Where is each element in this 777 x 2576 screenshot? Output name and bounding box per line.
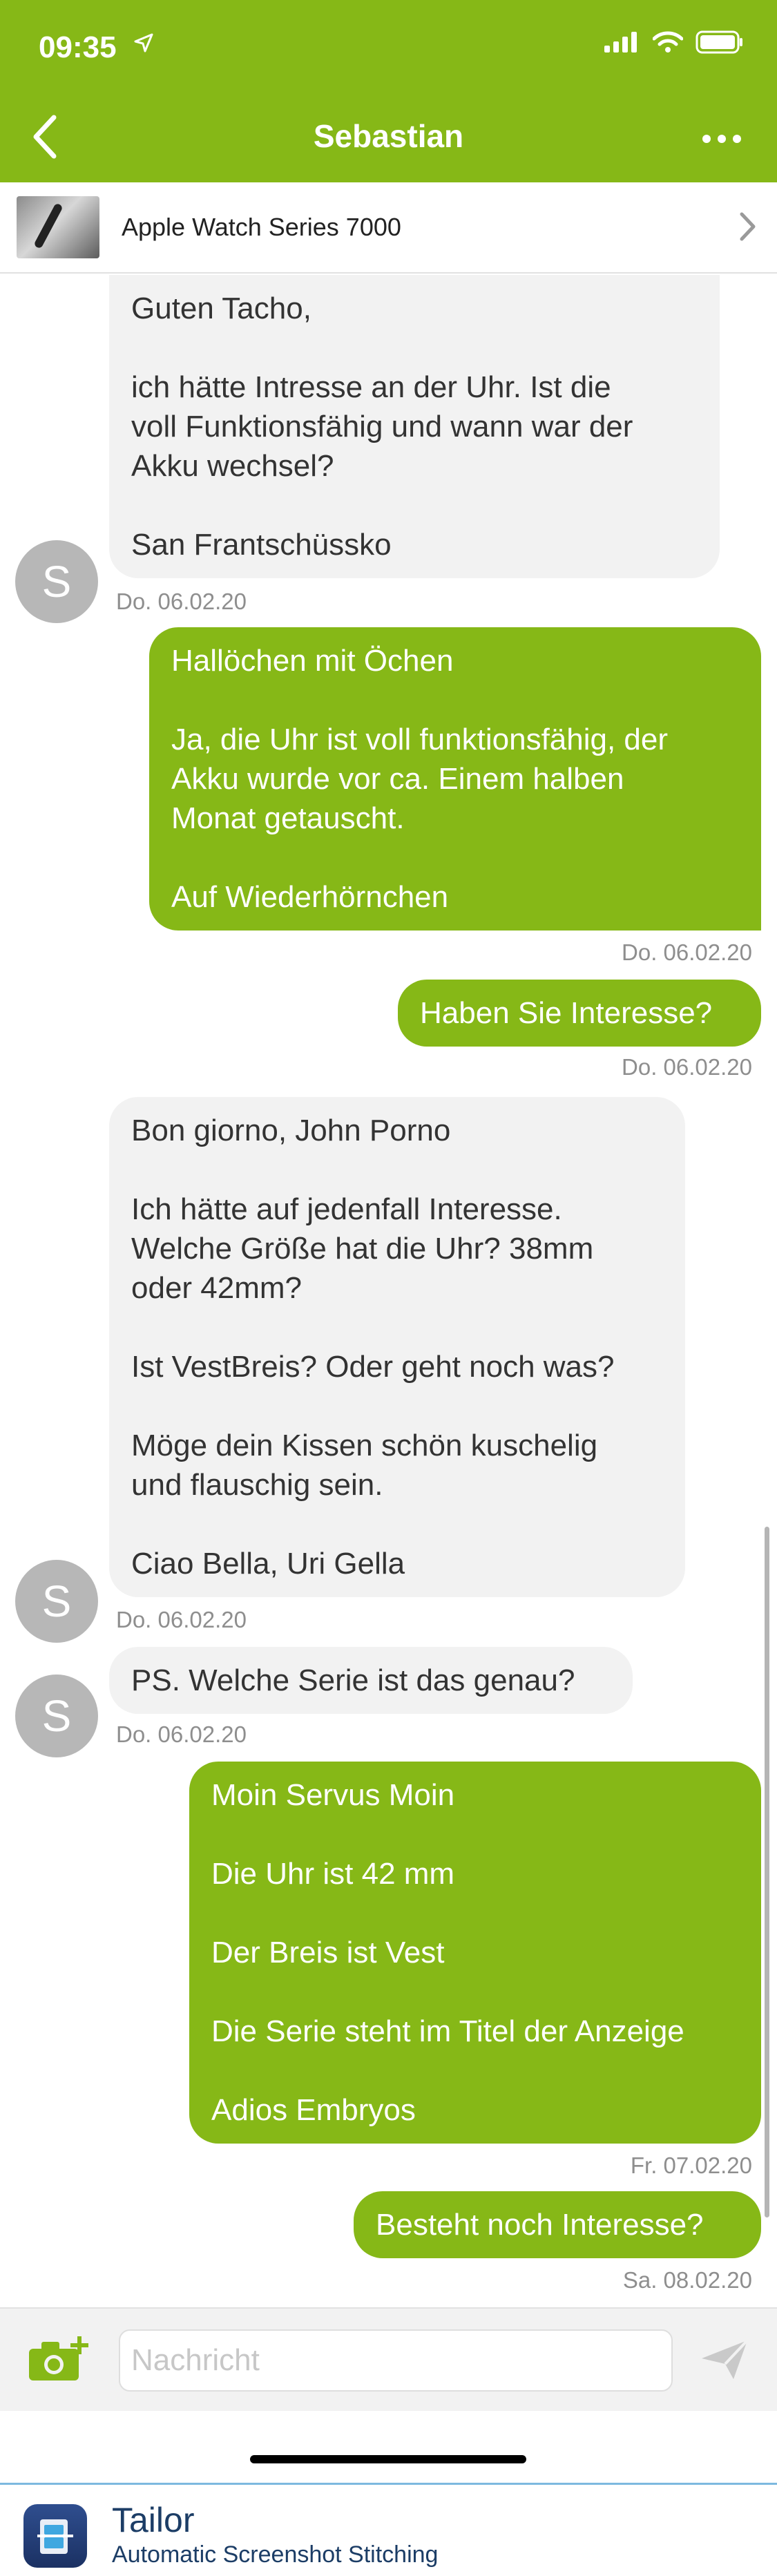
message-line: Möge dein Kissen schön kuschelig <box>131 1429 598 1462</box>
home-indicator[interactable] <box>250 2455 526 2463</box>
message-line: PS. Welche Serie ist das genau? <box>131 1663 575 1697</box>
message-line: ich hätte Intresse an der Uhr. Ist die <box>131 370 611 404</box>
top-header: 09:35 Sebastian <box>0 0 777 182</box>
message-timestamp: Do. 06.02.20 <box>116 1607 247 1632</box>
message-timestamp: Fr. 07.02.20 <box>630 2153 752 2178</box>
message-line: Guten Tacho, <box>131 292 311 325</box>
message-line: Haben Sie Interesse? <box>420 996 713 1030</box>
tailor-app-name: Tailor <box>112 2501 195 2539</box>
status-icons <box>604 30 744 57</box>
conversation-title: Sebastian <box>313 118 464 154</box>
message-line: Ciao Bella, Uri Gella <box>131 1547 405 1581</box>
message-bubble-incoming: Guten Tacho, ich hätte Intresse an der U… <box>109 275 720 578</box>
message-bubble-outgoing: Moin Servus Moin Die Uhr ist 42 mm Der B… <box>189 1762 761 2144</box>
message-line <box>131 1150 663 1190</box>
message-line: Die Uhr ist 42 mm <box>211 1857 455 1891</box>
scrollbar[interactable] <box>765 1527 769 2217</box>
listing-thumbnail <box>17 196 99 258</box>
message-line: Akku wurde vor ca. Einem halben <box>171 762 624 796</box>
message-line <box>211 1893 739 1933</box>
message-line: voll Funktionsfähig und wann war der <box>131 410 633 443</box>
chevron-right-icon <box>738 211 758 245</box>
ellipsis-icon <box>701 133 742 148</box>
message-timestamp: Do. 06.02.20 <box>622 939 752 965</box>
more-options-button[interactable] <box>687 116 756 164</box>
send-button[interactable] <box>693 2335 756 2387</box>
message-line: Monat getauscht. <box>171 801 405 835</box>
message-timestamp: Do. 06.02.20 <box>116 589 247 614</box>
avatar[interactable]: S <box>15 1560 98 1643</box>
avatar[interactable]: S <box>15 540 98 623</box>
message-line: Besteht noch Interesse? <box>376 2208 704 2242</box>
message-line: Ist VestBreis? Oder geht noch was? <box>131 1350 615 1384</box>
location-icon <box>134 33 153 56</box>
message-line <box>211 2051 739 2090</box>
message-line: Welche Größe hat die Uhr? 38mm <box>131 1232 594 1266</box>
home-area <box>0 2411 777 2483</box>
add-photo-button[interactable] <box>25 2332 94 2387</box>
message-line: oder 42mm? <box>131 1271 303 1305</box>
message-line <box>211 1815 739 1854</box>
message-line <box>131 1386 663 1426</box>
camera-add-icon <box>28 2334 91 2387</box>
message-line <box>131 486 698 525</box>
message-line: Ich hätte auf jedenfall Interesse. <box>131 1192 562 1226</box>
message-line: Auf Wiederhörnchen <box>171 880 449 914</box>
message-line: Hallöchen mit Öchen <box>171 644 454 678</box>
message-line: Bon giorno, John Porno <box>131 1114 451 1147</box>
message-line: Akku wechsel? <box>131 449 334 483</box>
message-line <box>131 1308 663 1347</box>
message-line: Der Breis ist Vest <box>211 1936 445 1969</box>
message-line: Moin Servus Moin <box>211 1778 455 1812</box>
message-composer <box>0 2307 777 2411</box>
message-input[interactable] <box>119 2329 673 2392</box>
tailor-tagline: Automatic Screenshot Stitching <box>112 2541 439 2568</box>
message-bubble-outgoing: Haben Sie Interesse? <box>398 980 761 1047</box>
message-line <box>171 680 739 720</box>
message-line: Die Serie steht im Titel der Anzeige <box>211 2014 684 2048</box>
tailor-app-icon <box>23 2504 87 2568</box>
battery-icon <box>696 30 744 57</box>
listing-bar[interactable]: Apple Watch Series 7000 <box>0 182 777 274</box>
status-time: 09:35 <box>39 30 117 64</box>
message-line: Ja, die Uhr ist voll funktionsfähig, der <box>171 723 669 756</box>
message-timestamp: Do. 06.02.20 <box>116 1721 247 1747</box>
message-bubble-outgoing: Besteht noch Interesse? <box>354 2191 761 2258</box>
message-line <box>171 838 739 877</box>
message-line <box>131 1505 663 1544</box>
tailor-banner: Tailor Automatic Screenshot Stitching <box>0 2483 777 2576</box>
message-timestamp: Do. 06.02.20 <box>622 1054 752 1080</box>
cellular-signal-icon <box>604 32 640 56</box>
message-line <box>211 1972 739 2012</box>
send-icon <box>700 2339 749 2384</box>
wifi-icon <box>652 31 684 57</box>
message-bubble-outgoing: Hallöchen mit Öchen Ja, die Uhr ist voll… <box>149 627 761 931</box>
message-bubble-incoming: PS. Welche Serie ist das genau? <box>109 1647 633 1714</box>
message-line: Adios Embryos <box>211 2093 416 2127</box>
message-line: und flauschig sein. <box>131 1468 383 1502</box>
listing-title: Apple Watch Series 7000 <box>122 213 401 241</box>
message-timestamp: Sa. 08.02.20 <box>622 2267 752 2293</box>
message-bubble-incoming: Bon giorno, John Porno Ich hätte auf jed… <box>109 1097 685 1597</box>
avatar[interactable]: S <box>15 1675 98 1757</box>
message-line: San Frantschüssko <box>131 528 392 562</box>
message-line <box>131 328 698 368</box>
